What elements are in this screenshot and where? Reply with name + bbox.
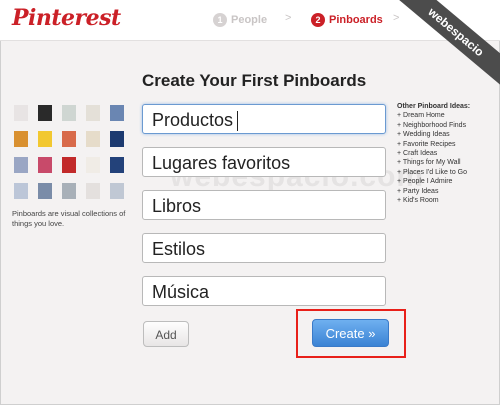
pinboard-thumbnail-icon <box>110 183 124 199</box>
step-number: 1 <box>213 13 227 27</box>
board-name-field-3[interactable]: Libros <box>142 190 386 220</box>
pinboard-thumbnail-icon <box>62 183 76 199</box>
board-name-field-5[interactable]: Música <box>142 276 386 306</box>
pinboard-thumbnail-icon <box>14 183 28 199</box>
pinboard-thumbnail-icon <box>110 157 124 173</box>
step-arrow-icon: > <box>285 12 292 24</box>
pinboard-thumbnail-icon <box>38 105 52 121</box>
pinboard-thumbnail-icon <box>14 131 28 147</box>
step-number: 2 <box>311 13 325 27</box>
pinboard-thumbnail-icon <box>86 183 100 199</box>
board-name-field-2[interactable]: Lugares favoritos <box>142 147 386 177</box>
pinboard-thumbnail-icon <box>38 131 52 147</box>
board-name-field-1[interactable]: Productos <box>142 104 386 134</box>
step-arrow-icon: > <box>393 12 400 24</box>
pinboard-thumbnail-icon <box>14 105 28 121</box>
ideas-heading: Other Pinboard Ideas: <box>397 103 471 110</box>
idea-item[interactable]: + Dream Home <box>397 111 497 120</box>
step-label: Pinboards <box>329 13 383 26</box>
step-people: 1 People <box>213 13 267 27</box>
pinterest-logo[interactable]: Pinterest <box>12 5 121 31</box>
pinboard-thumbnail-icon <box>86 157 100 173</box>
idea-item[interactable]: + People I Admire <box>397 177 497 186</box>
idea-item[interactable]: + Party Ideas <box>397 187 497 196</box>
add-button[interactable]: Add <box>143 321 189 347</box>
idea-item[interactable]: + Things for My Wall <box>397 158 497 167</box>
step-pinboards: 2 Pinboards <box>311 13 383 27</box>
pinboard-thumbnail-icon <box>38 157 52 173</box>
pinboard-thumbnail-icon <box>38 183 52 199</box>
pinboard-thumbnail-icon <box>62 157 76 173</box>
board-name-value: Estilos <box>152 239 206 259</box>
text-caret <box>237 111 239 132</box>
idea-item[interactable]: + Craft Ideas <box>397 149 497 158</box>
idea-item[interactable]: + Wedding Ideas <box>397 130 497 139</box>
pinboard-thumbnail-icon <box>86 105 100 121</box>
pinboard-thumbnail-icon <box>110 105 124 121</box>
pinboard-thumbnail-icon <box>86 131 100 147</box>
idea-item[interactable]: + Kid's Room <box>397 196 497 205</box>
board-name-value: Productos <box>152 110 234 130</box>
board-name-value: Lugares favoritos <box>152 153 291 173</box>
pinboards-caption: Pinboards are visual collections of thin… <box>12 209 126 228</box>
page-title: Create Your First Pinboards <box>142 71 367 90</box>
board-name-value: Música <box>152 282 210 302</box>
pinboard-thumbnail-icon <box>110 131 124 147</box>
pinboard-thumbnail-icon <box>14 157 28 173</box>
pinboard-thumbnail-grid <box>14 105 132 200</box>
pinboard-ideas-list: Other Pinboard Ideas: + Dream Home + Nei… <box>397 102 497 205</box>
idea-item[interactable]: + Neighborhood Finds <box>397 121 497 130</box>
create-button[interactable]: Create » <box>312 319 389 347</box>
pinboard-thumbnail-icon <box>62 131 76 147</box>
step-label: People <box>231 13 268 26</box>
board-name-value: Libros <box>152 196 202 216</box>
board-name-field-4[interactable]: Estilos <box>142 233 386 263</box>
idea-item[interactable]: + Favorite Recipes <box>397 140 497 149</box>
pinboard-thumbnail-icon <box>62 105 76 121</box>
idea-item[interactable]: + Places I'd Like to Go <box>397 168 497 177</box>
